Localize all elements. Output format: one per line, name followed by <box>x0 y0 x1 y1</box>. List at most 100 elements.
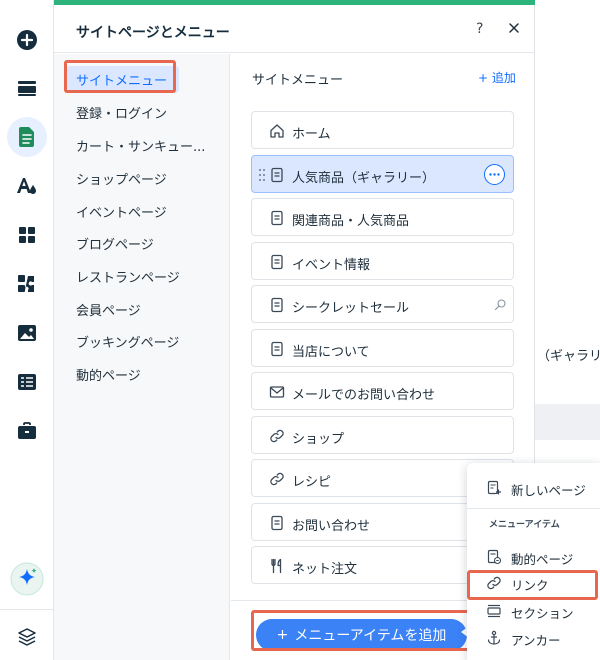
menu-item-label: メールでのお問い合わせ <box>292 388 436 403</box>
home-icon <box>270 124 284 138</box>
canvas-gallery-text: （ギャラリー <box>537 349 600 364</box>
panel-title: サイトページとメニュー <box>76 25 230 41</box>
sections-button[interactable] <box>7 68 47 108</box>
layers-icon <box>18 628 36 646</box>
image-icon <box>18 325 36 341</box>
category-event-pages[interactable]: イベントページ <box>76 202 167 221</box>
canvas-strip <box>535 404 600 440</box>
design-button[interactable] <box>7 166 47 206</box>
table-icon <box>18 374 36 390</box>
editor-window: （ギャラリー <box>0 0 600 660</box>
grid-icon <box>19 227 35 243</box>
menu-item-label: レシピ <box>292 475 332 490</box>
page-icon <box>271 341 283 357</box>
dropdown-label: セクション <box>511 606 574 621</box>
help-button[interactable]: ? <box>476 21 483 37</box>
puzzle-icon <box>18 275 34 292</box>
business-apps-button[interactable] <box>7 264 47 304</box>
add-elements-button[interactable] <box>7 20 47 60</box>
dropdown-divider <box>467 508 600 509</box>
category-dynamic-pages[interactable]: 動的ページ <box>76 365 141 384</box>
plus-circle-icon <box>17 30 37 50</box>
menu-item-popular-gallery[interactable]: 人気商品（ギャラリー） <box>251 155 514 193</box>
page-icon <box>271 297 283 313</box>
dropdown-label: 動的ページ <box>511 552 574 567</box>
close-icon <box>509 23 519 33</box>
menu-item-mail-contact[interactable]: メールでのお問い合わせ <box>251 372 514 410</box>
hidden-page-icon <box>494 299 506 311</box>
dynamic-page-icon <box>487 549 502 565</box>
dropdown-link[interactable]: リンク <box>467 571 600 595</box>
menu-item-event-info[interactable]: イベント情報 <box>251 242 514 280</box>
dropdown-label: リンク <box>511 578 549 593</box>
font-drop-icon <box>17 178 36 194</box>
add-menu-item-label: メニューアイテムを追加 <box>294 628 447 644</box>
close-button[interactable] <box>506 20 522 36</box>
page-category-list: サイトメニュー 登録・ログイン カート・サンキュー... ショップページ イベン… <box>54 54 230 660</box>
category-booking-pages[interactable]: ブッキングページ <box>76 332 179 351</box>
drag-handle-icon[interactable] <box>258 168 266 182</box>
menu-item-home[interactable]: ホーム <box>251 111 514 149</box>
dropdown-section-header: メニューアイテム <box>489 520 560 530</box>
dropdown-label: アンカー <box>511 633 561 648</box>
menu-item-label: ショップ <box>292 432 345 447</box>
portfolio-button[interactable] <box>7 411 47 451</box>
menu-item-label: 当店について <box>292 345 370 360</box>
rail-divider <box>0 609 54 610</box>
panel-header: サイトページとメニュー ? <box>54 5 535 53</box>
dropdown-label: 新しいページ <box>511 483 586 498</box>
restaurant-icon <box>271 558 282 574</box>
category-restaurant-pages[interactable]: レストランページ <box>76 267 180 286</box>
menu-item-label: ホーム <box>292 127 331 142</box>
more-actions-button[interactable] <box>484 164 505 185</box>
link-icon <box>270 472 284 486</box>
add-item-dropdown: 新しいページ メニューアイテム 動的ページ リンク セクション アンカー <box>467 463 600 660</box>
media-button[interactable] <box>7 313 47 353</box>
section-icon <box>487 604 501 618</box>
page-icon <box>271 254 283 270</box>
category-blog-pages[interactable]: ブログページ <box>76 234 154 253</box>
left-toolbar <box>0 0 54 660</box>
site-pages-panel: サイトページとメニュー ? サイトメニュー 登録・ログイン カート・サンキュー.… <box>54 0 535 660</box>
category-site-menu[interactable]: サイトメニュー <box>66 66 180 93</box>
menu-item-related-products[interactable]: 関連商品・人気商品 <box>251 198 514 236</box>
page-icon <box>271 515 283 531</box>
link-icon <box>270 429 284 443</box>
cms-button[interactable] <box>7 362 47 402</box>
layers-button[interactable] <box>7 617 47 657</box>
briefcase-icon <box>18 422 36 439</box>
link-icon <box>487 576 501 590</box>
menu-item-secret-sale[interactable]: シークレットセール <box>251 285 514 323</box>
dropdown-new-page[interactable]: 新しいページ <box>467 476 600 500</box>
plus-icon: + <box>276 627 289 643</box>
menu-item-label: 関連商品・人気商品 <box>292 214 410 229</box>
category-member-pages[interactable]: 会員ページ <box>76 300 141 319</box>
menu-item-label: 人気商品（ギャラリー） <box>292 171 436 186</box>
new-page-icon <box>487 480 501 495</box>
anchor-icon <box>487 630 501 645</box>
pages-icon <box>19 127 34 147</box>
category-signup-login[interactable]: 登録・ログイン <box>76 103 167 122</box>
dropdown-section[interactable]: セクション <box>467 599 600 623</box>
menu-item-shop[interactable]: ショップ <box>251 416 514 454</box>
category-cart-thankyou[interactable]: カート・サンキュー... <box>76 136 205 155</box>
category-shop-pages[interactable]: ショップページ <box>76 169 167 188</box>
menu-item-label: ネット注文 <box>292 562 358 577</box>
menu-item-label: シークレットセール <box>292 301 410 316</box>
sparkle-icon <box>10 562 44 596</box>
dropdown-dynamic-page[interactable]: 動的ページ <box>467 545 600 569</box>
menu-item-label: イベント情報 <box>292 258 371 273</box>
menu-title: サイトメニュー <box>252 73 344 88</box>
apps-button[interactable] <box>7 215 47 255</box>
mail-icon <box>269 386 285 398</box>
pages-button[interactable] <box>7 117 47 157</box>
sections-icon <box>18 81 36 96</box>
add-menu-item-button[interactable]: + メニューアイテムを追加 <box>256 619 467 651</box>
menu-item-label: お問い合わせ <box>292 519 371 534</box>
menu-item-about[interactable]: 当店について <box>251 329 514 367</box>
add-link-button[interactable]: + 追加 <box>478 69 516 86</box>
dropdown-anchor[interactable]: アンカー <box>467 626 600 650</box>
more-icon <box>489 173 500 176</box>
page-icon <box>271 210 283 226</box>
ai-assistant-button[interactable] <box>7 559 47 599</box>
